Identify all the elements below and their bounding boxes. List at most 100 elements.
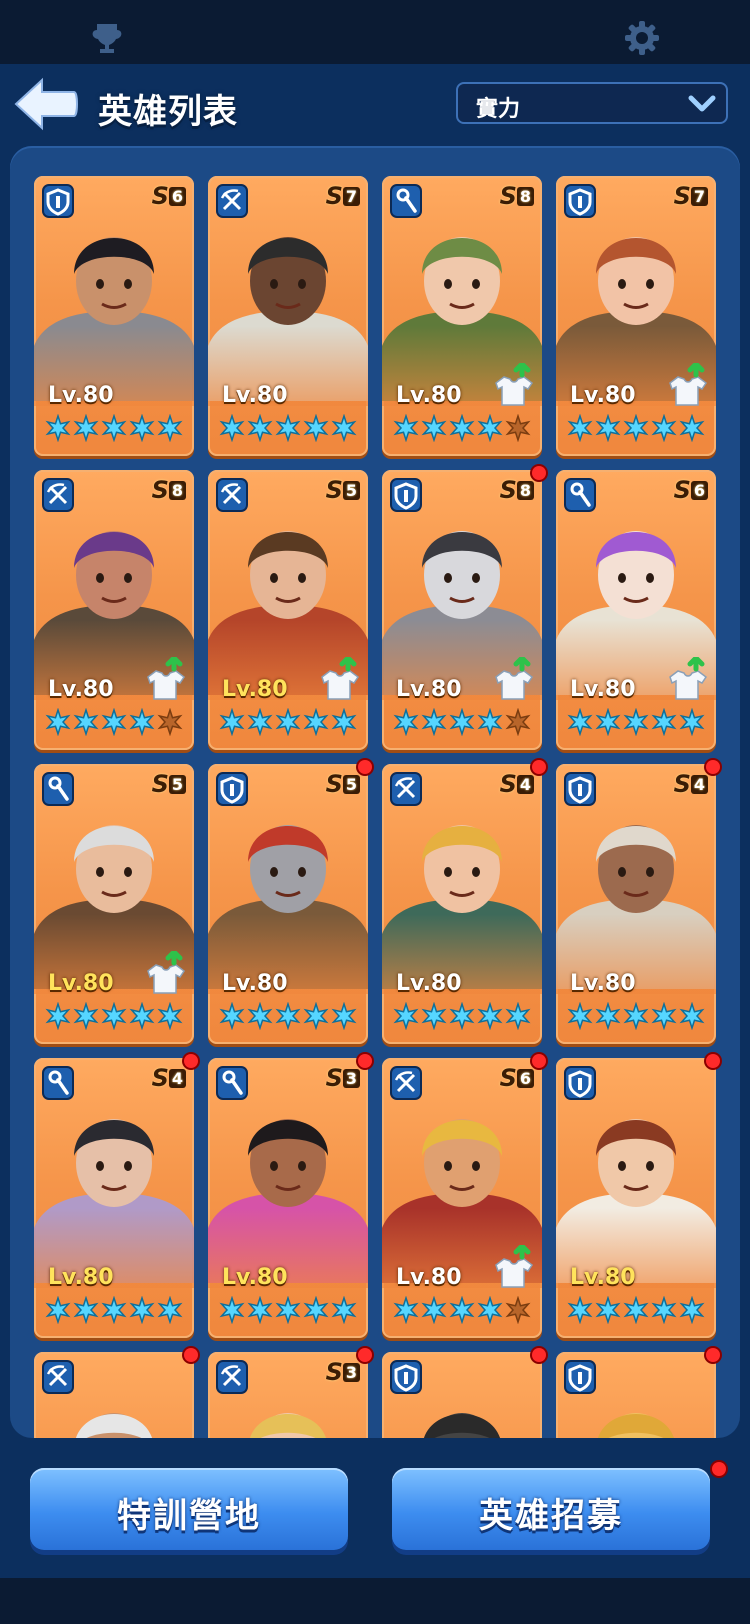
sort-value: 實力 (476, 97, 521, 122)
hero-card[interactable] (556, 1352, 716, 1438)
star-icon (477, 708, 503, 736)
outfit-upgrade-icon (495, 363, 534, 406)
notification-dot (358, 1348, 372, 1362)
hero-rank: S8 (152, 476, 186, 504)
hero-rank: S4 (500, 770, 534, 798)
hero-recruit-button[interactable]: 英雄招募 (392, 1468, 710, 1550)
star-icon (331, 1002, 357, 1030)
hero-level: Lv.80 (570, 383, 636, 408)
empty-star-icon (505, 1296, 531, 1324)
star-icon (157, 414, 183, 442)
shield-icon (564, 184, 596, 218)
staff-icon (216, 1066, 248, 1100)
hero-card[interactable]: S 4 Lv.80 (34, 1058, 194, 1338)
rank-letter: S (325, 770, 343, 798)
hero-rank: S8 (500, 476, 534, 504)
hero-card[interactable]: S 4 Lv.80 (556, 764, 716, 1044)
hero-card[interactable]: Lv.80 (556, 1058, 716, 1338)
staff-icon (564, 478, 596, 512)
shield-icon (42, 184, 74, 218)
shield-icon (216, 772, 248, 806)
hero-rank: S5 (326, 476, 360, 504)
chevron-down-icon (688, 95, 716, 112)
star-icon (651, 1296, 677, 1324)
star-rating (393, 414, 531, 442)
hero-card[interactable]: S 6 Lv.80 (556, 470, 716, 750)
hero-level: Lv.80 (222, 971, 288, 996)
hero-card[interactable]: S 7 Lv.80 (208, 176, 368, 456)
outfit-upgrade-icon (495, 657, 534, 700)
back-arrow-icon[interactable] (12, 74, 80, 134)
star-icon (275, 414, 301, 442)
hero-level: Lv.80 (48, 1265, 114, 1290)
star-icon (595, 1002, 621, 1030)
notification-dot (532, 1054, 546, 1068)
hero-card[interactable]: S 8 Lv.80 (382, 176, 542, 456)
hero-card[interactable]: S 3 Lv.80 (208, 1058, 368, 1338)
hero-card[interactable]: S 8 Lv.80 (34, 470, 194, 750)
hero-card[interactable]: S 6 Lv.80 (34, 176, 194, 456)
trophy-icon[interactable] (87, 18, 127, 58)
crossbow-icon (42, 1360, 74, 1394)
star-icon (73, 1002, 99, 1030)
hero-level: Lv.80 (222, 677, 288, 702)
star-icon (45, 1002, 71, 1030)
star-rating (393, 1296, 531, 1324)
hero-card[interactable]: S 5 Lv.80 (34, 764, 194, 1044)
hero-card[interactable]: S 4 Lv.80 (382, 764, 542, 1044)
hero-card[interactable]: S 6 Lv.80 (382, 1058, 542, 1338)
star-icon (679, 414, 705, 442)
star-icon (331, 414, 357, 442)
star-icon (595, 708, 621, 736)
hero-card[interactable]: S3 (208, 1352, 368, 1438)
star-icon (567, 1002, 593, 1030)
star-rating (219, 414, 357, 442)
star-rating (45, 708, 183, 736)
notification-dot (532, 466, 546, 480)
hero-level: Lv.80 (570, 1265, 636, 1290)
star-icon (331, 708, 357, 736)
star-icon (101, 1296, 127, 1324)
star-icon (393, 708, 419, 736)
notification-dot (184, 1054, 198, 1068)
rank-letter: S (325, 476, 343, 504)
star-icon (219, 414, 245, 442)
star-icon (157, 1002, 183, 1030)
rank-letter: S (151, 1064, 169, 1092)
hero-level: Lv.80 (48, 971, 114, 996)
star-icon (129, 1296, 155, 1324)
rank-number: 3 (342, 1363, 360, 1382)
star-icon (679, 708, 705, 736)
crossbow-icon (42, 478, 74, 512)
hero-card[interactable]: S 8 Lv.80 (382, 470, 542, 750)
hero-card[interactable] (382, 1352, 542, 1438)
rank-letter: S (499, 770, 517, 798)
hero-list-panel[interactable]: S 6 Lv.80 S 7 Lv.80 S 8 Lv.80 S 7 Lv.80 S 8 Lv.80 S 5 Lv.… (10, 146, 740, 1438)
hero-card[interactable] (34, 1352, 194, 1438)
outfit-upgrade-icon (669, 363, 708, 406)
star-rating (393, 708, 531, 736)
star-rating (567, 414, 705, 442)
rank-number: 6 (690, 481, 708, 500)
hero-rank: S7 (326, 182, 360, 210)
star-icon (421, 1296, 447, 1324)
rank-number: 5 (342, 775, 360, 794)
star-icon (275, 1296, 301, 1324)
training-camp-button[interactable]: 特訓營地 (30, 1468, 348, 1550)
star-icon (679, 1002, 705, 1030)
hero-card[interactable]: S 5 Lv.80 (208, 470, 368, 750)
sort-dropdown[interactable]: 實力 (456, 82, 728, 124)
star-icon (101, 708, 127, 736)
gear-icon[interactable] (622, 18, 662, 58)
star-icon (247, 708, 273, 736)
hero-card[interactable]: S 7 Lv.80 (556, 176, 716, 456)
star-icon (623, 1296, 649, 1324)
rank-number: 7 (690, 187, 708, 206)
hero-rank: S5 (152, 770, 186, 798)
star-icon (45, 708, 71, 736)
hero-level: Lv.80 (396, 1265, 462, 1290)
hero-card[interactable]: S 5 Lv.80 (208, 764, 368, 1044)
star-icon (219, 1296, 245, 1324)
hero-rank: S6 (152, 182, 186, 210)
star-icon (421, 1002, 447, 1030)
